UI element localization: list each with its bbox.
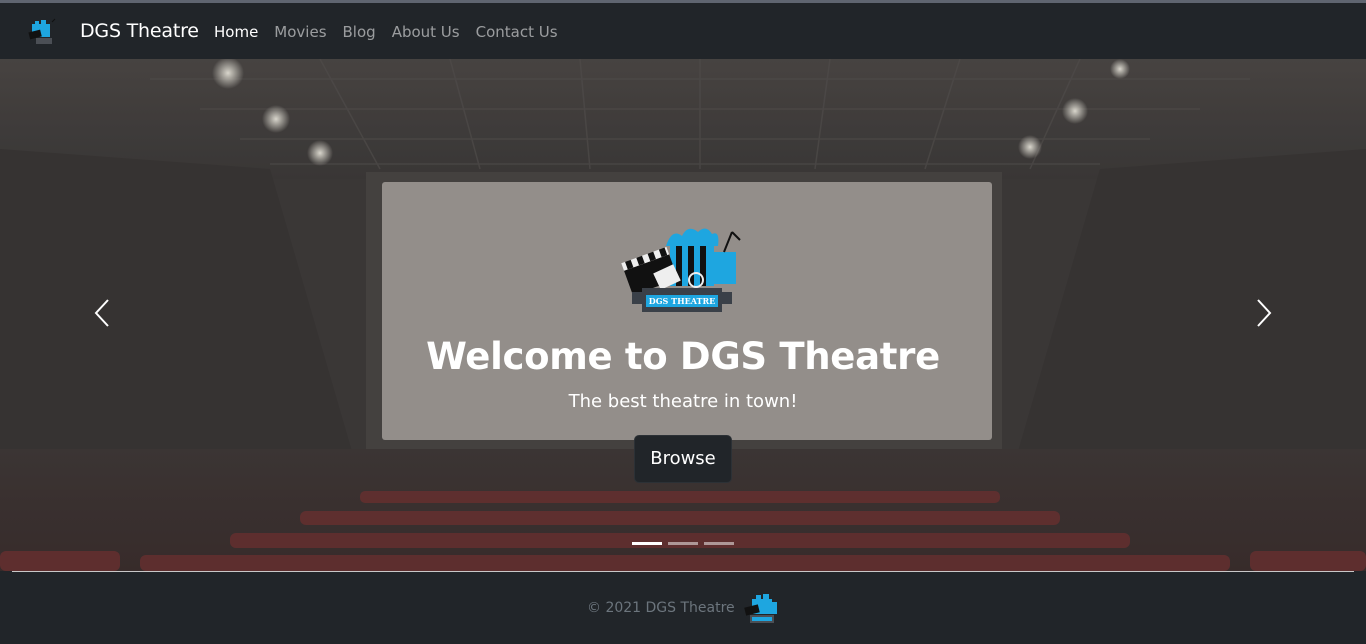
hero-title: Welcome to DGS Theatre bbox=[426, 335, 940, 378]
nav-link-about-us[interactable]: About Us bbox=[392, 22, 460, 42]
theatre-logo-icon[interactable] bbox=[28, 18, 58, 45]
carousel-indicator-1[interactable] bbox=[632, 542, 662, 545]
main-nav: Home Movies Blog About Us Contact Us bbox=[214, 22, 574, 42]
nav-link-contact-us[interactable]: Contact Us bbox=[476, 22, 558, 42]
theatre-logo-icon: DGS THEATRE bbox=[620, 222, 746, 316]
carousel-indicator-3[interactable] bbox=[704, 542, 734, 545]
nav-link-movies[interactable]: Movies bbox=[274, 22, 326, 42]
hero-subtitle: The best theatre in town! bbox=[568, 391, 798, 412]
chevron-left-icon bbox=[94, 298, 110, 332]
brand-name[interactable]: DGS Theatre bbox=[80, 19, 199, 43]
carousel-next-button[interactable] bbox=[1244, 292, 1284, 338]
nav-link-home[interactable]: Home bbox=[214, 22, 258, 42]
navbar: DGS Theatre Home Movies Blog About Us Co… bbox=[0, 3, 1366, 59]
nav-link-blog[interactable]: Blog bbox=[343, 22, 376, 42]
browse-button[interactable]: Browse bbox=[634, 435, 732, 483]
carousel-prev-button[interactable] bbox=[82, 292, 122, 338]
carousel-caption: DGS THEATRE Welcome to DGS Theatre The b… bbox=[0, 59, 1366, 571]
chevron-right-icon bbox=[1256, 298, 1272, 332]
carousel-indicator-2[interactable] bbox=[668, 542, 698, 545]
hero-carousel: DGS THEATRE Welcome to DGS Theatre The b… bbox=[0, 59, 1366, 571]
hero-logo-text: DGS THEATRE bbox=[649, 296, 715, 306]
carousel-indicators bbox=[632, 542, 740, 545]
footer: © 2021 DGS Theatre bbox=[0, 572, 1366, 644]
theatre-logo-icon bbox=[742, 592, 780, 625]
footer-copyright: © 2021 DGS Theatre bbox=[587, 600, 735, 616]
